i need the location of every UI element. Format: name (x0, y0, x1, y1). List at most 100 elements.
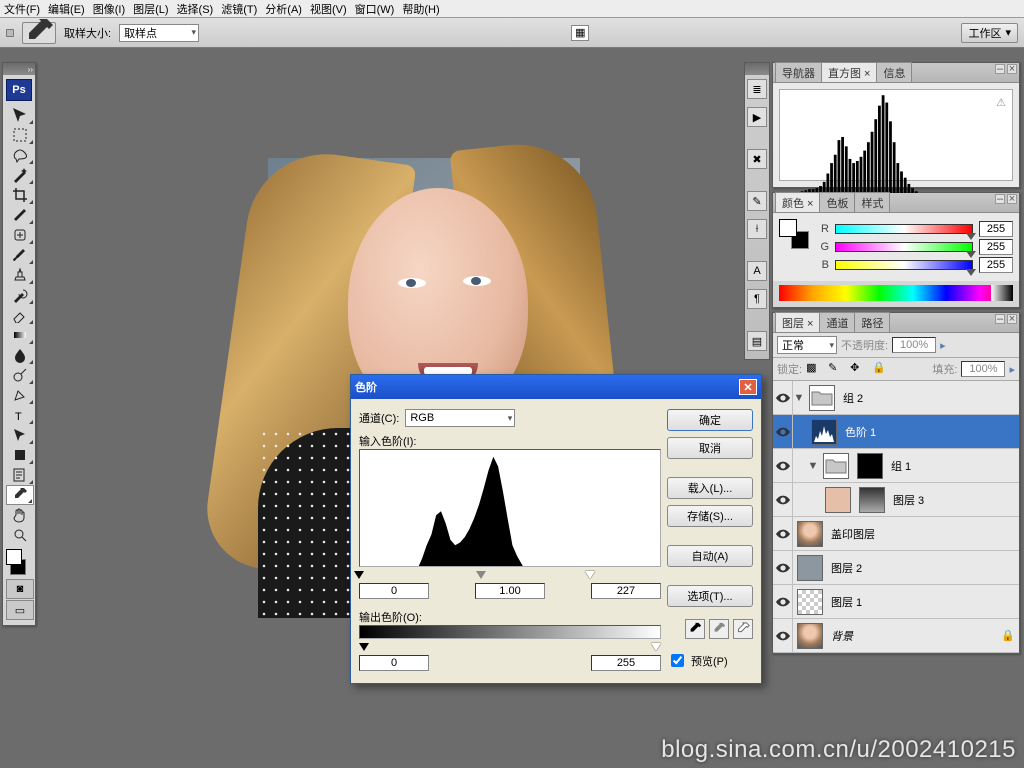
layer-name[interactable]: 组 2 (839, 390, 1015, 406)
dialog-titlebar[interactable]: 色阶 ✕ (351, 375, 761, 399)
fill-flyout-icon[interactable]: ▸ (1009, 363, 1015, 376)
move-tool[interactable] (6, 105, 34, 125)
ok-button[interactable]: 确定 (667, 409, 753, 431)
channel-slider[interactable] (835, 242, 973, 252)
cancel-button[interactable]: 取消 (667, 437, 753, 459)
black-eyedropper-icon[interactable] (685, 619, 705, 639)
close-icon[interactable]: × (1007, 194, 1017, 204)
layer-mask-thumb[interactable] (857, 453, 883, 479)
visibility-toggle[interactable] (773, 449, 793, 482)
clone-stamp-tool[interactable] (6, 265, 34, 285)
type-tool[interactable]: T (6, 405, 34, 425)
layer-name[interactable]: 图层 1 (827, 594, 1015, 610)
output-white-field[interactable]: 255 (591, 655, 661, 671)
menu-filter[interactable]: 滤镜(T) (221, 1, 257, 17)
go-to-bridge-icon[interactable]: ▦ (571, 25, 589, 41)
channel-value-field[interactable]: 255 (979, 239, 1013, 255)
layers-stack-icon[interactable]: ≣ (747, 79, 767, 99)
zoom-tool[interactable] (6, 525, 34, 545)
layer-thumb[interactable] (797, 623, 823, 649)
ruler-icon[interactable]: ⟊ (747, 219, 767, 239)
save-button[interactable]: 存储(S)... (667, 505, 753, 527)
brush-tool[interactable] (6, 245, 34, 265)
layer-name[interactable]: 背景 (827, 628, 1001, 644)
channel-value-field[interactable]: 255 (979, 221, 1013, 237)
white-point-slider[interactable] (585, 571, 595, 579)
foreground-color-swatch[interactable] (6, 549, 22, 565)
type-icon[interactable]: A (747, 261, 767, 281)
notes-tool[interactable] (6, 465, 34, 485)
opacity-field[interactable]: 100% (892, 337, 936, 353)
workspace-switcher[interactable]: 工作区 ▾ (961, 23, 1018, 43)
visibility-toggle[interactable] (773, 619, 793, 652)
tab-info[interactable]: 信息 (876, 62, 912, 82)
lock-position-icon[interactable]: ✥ (850, 361, 868, 377)
eraser-tool[interactable] (6, 305, 34, 325)
screen-mode-toggle[interactable]: ▭ (6, 600, 34, 620)
layer-row[interactable]: 图层 1 (773, 585, 1019, 619)
output-white-slider[interactable] (651, 643, 661, 651)
fg-bg-swatches[interactable] (779, 219, 809, 249)
color-spectrum[interactable] (779, 285, 1013, 301)
current-tool-icon[interactable] (22, 22, 56, 44)
visibility-toggle[interactable] (773, 381, 793, 414)
blend-mode-dropdown[interactable]: 正常 (777, 336, 837, 354)
channel-slider[interactable] (835, 260, 973, 270)
wrench-icon[interactable]: ✖ (747, 149, 767, 169)
menu-image[interactable]: 图像(I) (93, 1, 125, 17)
strip-header[interactable] (745, 63, 769, 75)
blur-tool[interactable] (6, 345, 34, 365)
options-button[interactable]: 选项(T)... (667, 585, 753, 607)
sample-size-dropdown[interactable]: 取样点 (119, 24, 199, 42)
document-icon[interactable]: ▤ (747, 331, 767, 351)
adjustment-thumb[interactable] (811, 419, 837, 445)
input-sliders[interactable] (359, 569, 661, 579)
input-black-field[interactable]: 0 (359, 583, 429, 599)
visibility-toggle[interactable] (773, 585, 793, 618)
load-button[interactable]: 载入(L)... (667, 477, 753, 499)
tab-styles[interactable]: 样式 (854, 192, 890, 212)
group-collapse-toggle[interactable]: ▼ (793, 392, 805, 404)
brush-bucket-icon[interactable]: ✎ (747, 191, 767, 211)
tab-layers[interactable]: 图层 × (775, 312, 820, 332)
menu-help[interactable]: 帮助(H) (402, 1, 439, 17)
healing-brush-tool[interactable] (6, 225, 34, 245)
layer-thumb[interactable] (797, 555, 823, 581)
output-black-slider[interactable] (359, 643, 369, 651)
preview-checkbox-input[interactable] (671, 654, 684, 667)
channel-dropdown[interactable]: RGB (405, 409, 515, 427)
lasso-tool[interactable] (6, 145, 34, 165)
input-white-field[interactable]: 227 (591, 583, 661, 599)
layer-name[interactable]: 色阶 1 (841, 424, 1015, 440)
layer-row[interactable]: ▼组 1 (773, 449, 1019, 483)
output-sliders[interactable] (359, 641, 661, 651)
tab-histogram[interactable]: 直方图 × (821, 62, 877, 82)
marquee-tool[interactable] (6, 125, 34, 145)
layer-name[interactable]: 图层 3 (889, 492, 1015, 508)
group-collapse-toggle[interactable]: ▼ (807, 460, 819, 472)
gray-point-slider[interactable] (476, 571, 486, 579)
layer-thumb[interactable] (825, 487, 851, 513)
channel-slider[interactable] (835, 224, 973, 234)
opacity-flyout-icon[interactable]: ▸ (940, 339, 946, 352)
minimize-icon[interactable]: – (995, 64, 1005, 74)
layer-row[interactable]: ▼ 组 2 (773, 381, 1019, 415)
lock-transparency-icon[interactable]: ▩ (806, 361, 824, 377)
tab-swatches[interactable]: 色板 (819, 192, 855, 212)
shape-tool[interactable] (6, 445, 34, 465)
menu-layer[interactable]: 图层(L) (133, 1, 168, 17)
play-icon[interactable]: ▶ (747, 107, 767, 127)
gradient-tool[interactable] (6, 325, 34, 345)
menu-analysis[interactable]: 分析(A) (265, 1, 302, 17)
tab-color[interactable]: 颜色 × (775, 192, 820, 212)
crop-tool[interactable] (6, 185, 34, 205)
eyedropper-tool[interactable] (6, 485, 34, 505)
layer-thumb[interactable] (797, 589, 823, 615)
tab-channels[interactable]: 通道 (819, 312, 855, 332)
close-icon[interactable]: × (1007, 314, 1017, 324)
menu-select[interactable]: 选择(S) (177, 1, 214, 17)
quick-mask-toggle[interactable]: ◙ (6, 579, 34, 599)
menu-view[interactable]: 视图(V) (310, 1, 347, 17)
black-point-slider[interactable] (354, 571, 364, 579)
menu-edit[interactable]: 编辑(E) (48, 1, 85, 17)
